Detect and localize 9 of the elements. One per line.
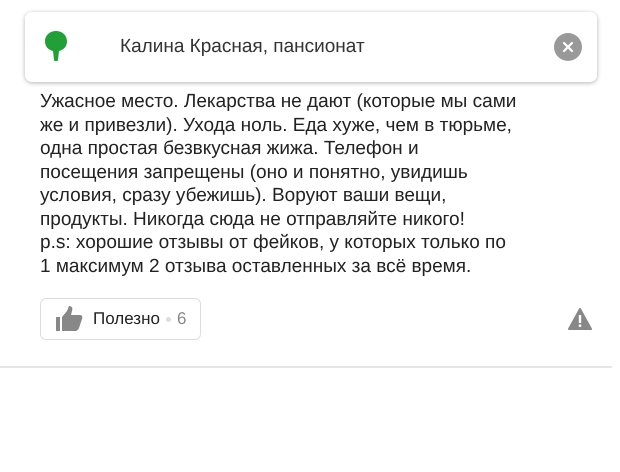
useful-button[interactable]: Полезно 6 [40, 298, 202, 340]
review-text: p.s: хорошие отзывы от фейков, у которых только по 1 максимум 2 отзыва оставленных за всё время. [40, 231, 507, 278]
thumbs-up-icon [55, 306, 83, 332]
close-button[interactable] [554, 33, 582, 61]
tree-icon [44, 30, 68, 64]
close-icon [562, 41, 574, 53]
warning-icon[interactable] [568, 308, 592, 330]
place-name: Калина Красная, пансионат [120, 36, 366, 58]
review-text: Ужасное место. Лекарства не дают (которые мы сами же и привезли). Ухода ноль. Еда хуже, чем в тюрьме, одна простая безвкусная жижа. Телефон и посещения запрещены (оно и понятно, увидишь условия, сразу убежишь). Воруют ваши вещи, продукты. Никогда сюда не отправляйте никого! [40, 90, 518, 231]
